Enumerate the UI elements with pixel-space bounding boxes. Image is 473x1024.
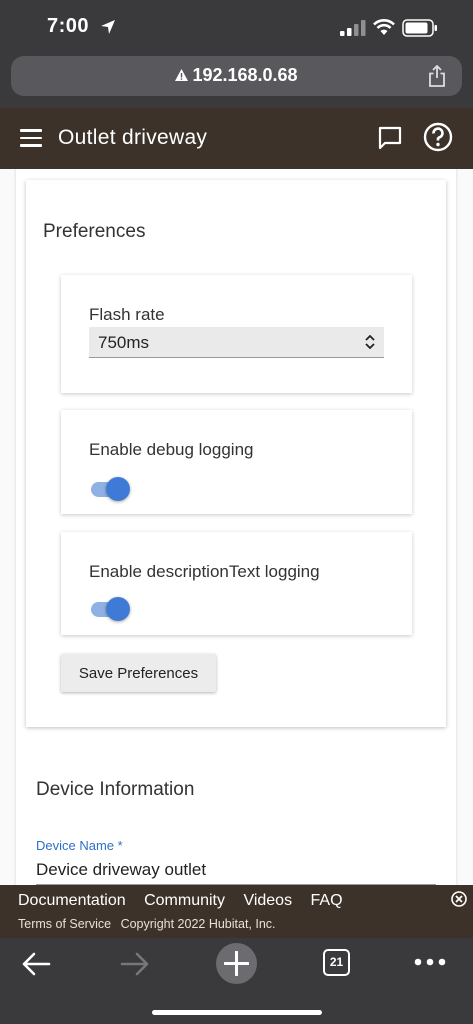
share-icon[interactable] — [428, 65, 446, 87]
footer-links: Documentation Community Videos FAQ — [18, 892, 357, 910]
flash-rate-label: Flash rate — [89, 305, 165, 324]
footer-link-terms[interactable]: Terms of Service — [18, 917, 111, 931]
toggle-thumb — [106, 597, 130, 621]
footer-link-community[interactable]: Community — [144, 892, 225, 909]
flash-rate-value: 750ms — [98, 333, 150, 352]
description-logging-toggle[interactable] — [89, 596, 131, 622]
footer-link-videos[interactable]: Videos — [243, 892, 292, 909]
device-name-input[interactable]: Device driveway outlet — [36, 860, 206, 880]
debug-logging-setting: Enable debug logging — [61, 410, 412, 514]
address-bar[interactable]: 192.168.0.68 — [11, 56, 462, 96]
location-arrow-icon — [101, 20, 115, 34]
help-icon[interactable] — [423, 122, 453, 152]
status-bar: 7:00 — [0, 0, 473, 54]
preferences-card: Preferences Flash rate 750ms Enable debu… — [26, 180, 446, 727]
forward-arrow-icon[interactable] — [120, 951, 150, 977]
more-options-icon[interactable] — [414, 958, 446, 966]
footer-link-faq[interactable]: FAQ — [311, 892, 343, 909]
footer-link-documentation[interactable]: Documentation — [18, 892, 126, 909]
description-logging-setting: Enable descriptionText logging — [61, 532, 412, 635]
new-tab-button[interactable] — [216, 943, 257, 984]
debug-logging-label: Enable debug logging — [89, 440, 254, 459]
device-information-title: Device Information — [36, 779, 195, 800]
footer-legal: Terms of Service Copyright 2022 Hubitat,… — [18, 917, 282, 931]
home-indicator — [152, 1010, 322, 1015]
close-footer-icon[interactable] — [451, 891, 467, 907]
select-chevron-icon — [365, 334, 375, 350]
page-footer: Documentation Community Videos FAQ Terms… — [0, 885, 473, 938]
url-display[interactable]: 192.168.0.68 — [11, 65, 462, 86]
app-header: Outlet driveway — [0, 108, 473, 169]
flash-rate-select[interactable]: 750ms — [89, 327, 384, 358]
browser-bottom-toolbar: 21 — [0, 938, 473, 1024]
phone-screen: 7:00 192.168.0.68 Outlet driveway Prefer… — [0, 0, 473, 1024]
cellular-signal-icon — [340, 20, 366, 36]
preferences-title: Preferences — [43, 221, 146, 242]
not-secure-warning-icon — [175, 69, 189, 81]
toggle-thumb — [106, 477, 130, 501]
back-arrow-icon[interactable] — [21, 951, 51, 977]
plus-icon — [224, 951, 249, 976]
battery-icon — [402, 19, 437, 37]
url-text: 192.168.0.68 — [192, 65, 298, 85]
browser-top-bar: 7:00 192.168.0.68 — [0, 0, 473, 108]
hamburger-menu-icon[interactable] — [20, 129, 42, 147]
chat-bubble-icon[interactable] — [377, 125, 403, 151]
save-preferences-button[interactable]: Save Preferences — [61, 654, 216, 692]
status-time: 7:00 — [47, 15, 90, 37]
description-logging-label: Enable descriptionText logging — [89, 562, 320, 581]
page-title: Outlet driveway — [58, 126, 208, 149]
flash-rate-setting: Flash rate 750ms — [61, 275, 412, 393]
copyright-text: Copyright 2022 Hubitat, Inc. — [120, 917, 276, 931]
tab-switcher-button[interactable]: 21 — [323, 949, 350, 976]
debug-logging-toggle[interactable] — [89, 476, 131, 502]
wifi-icon — [373, 19, 395, 35]
device-name-label: Device Name * — [36, 838, 123, 853]
main-content: Preferences Flash rate 750ms Enable debu… — [0, 169, 473, 885]
